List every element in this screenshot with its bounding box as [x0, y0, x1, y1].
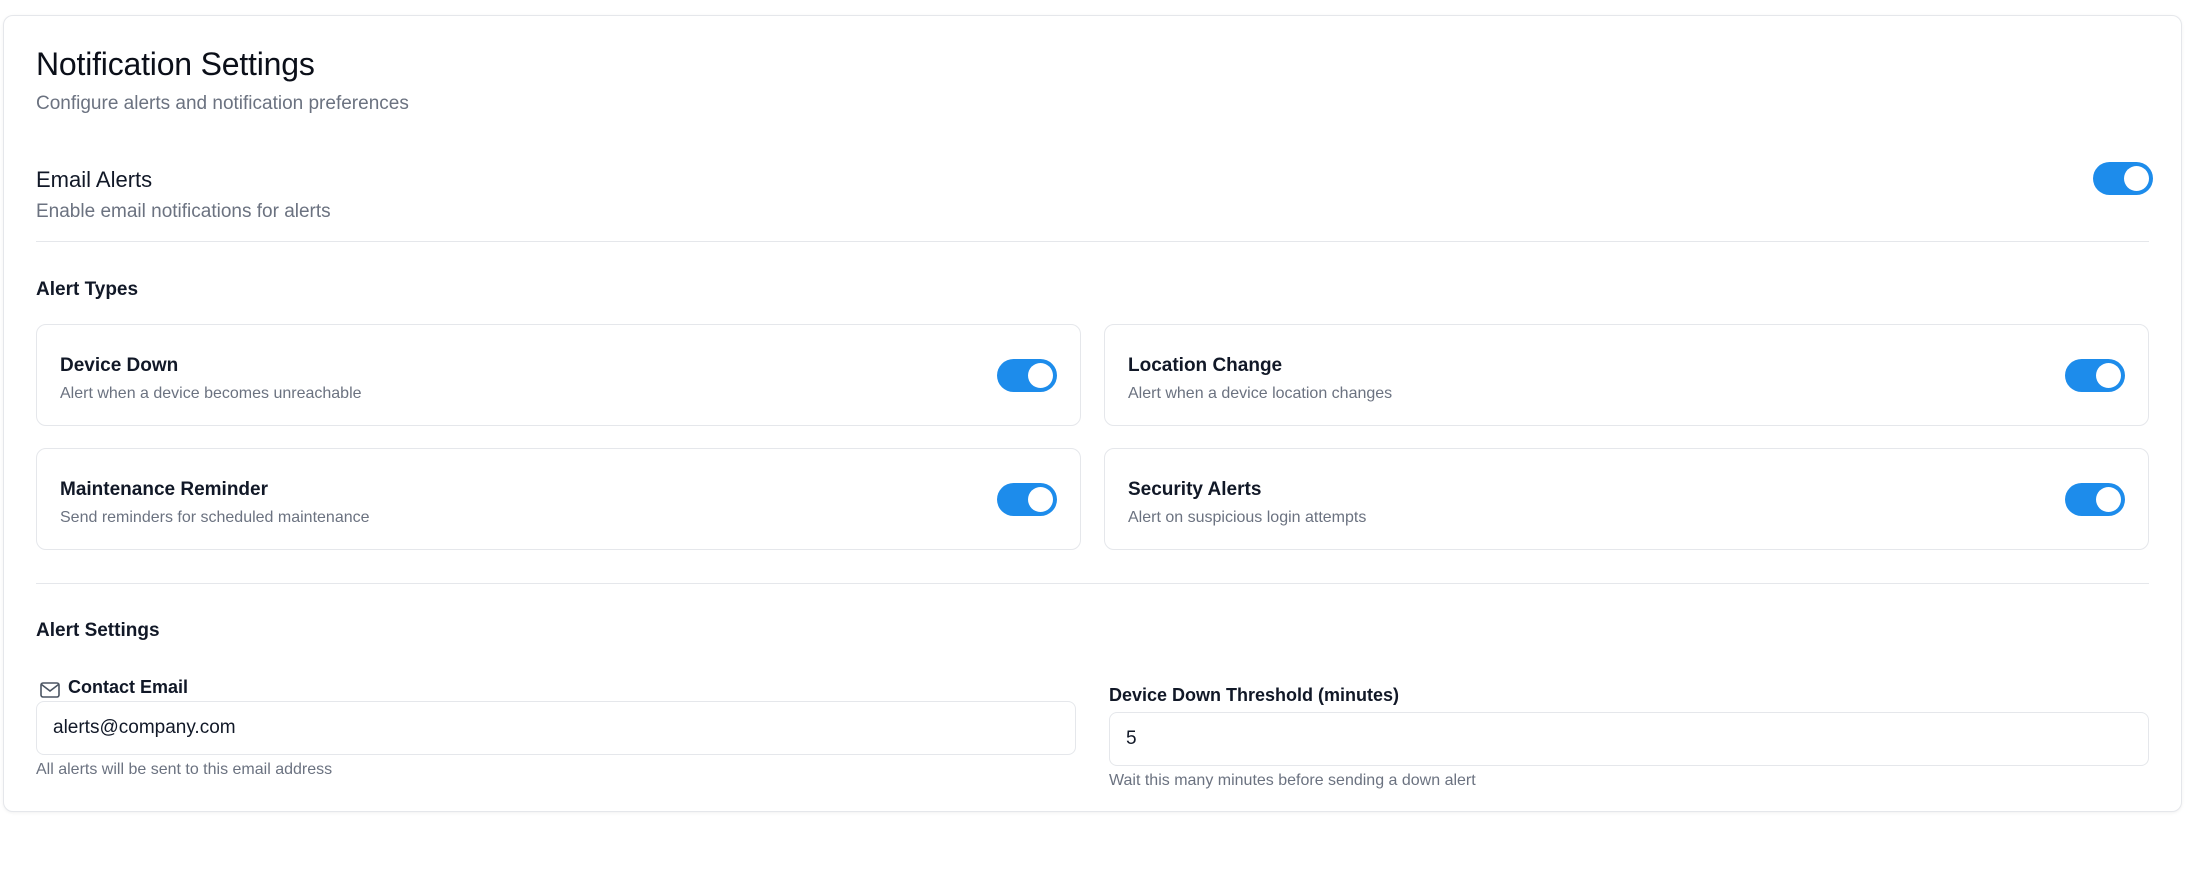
alert-type-title: Security Alerts	[1128, 479, 1262, 500]
location-change-toggle[interactable]	[2065, 359, 2125, 392]
toggle-knob	[2096, 363, 2121, 388]
threshold-label: Device Down Threshold (minutes)	[1109, 685, 1400, 705]
alert-type-title: Location Change	[1128, 355, 1283, 376]
notification-settings-card: Notification Settings Configure alerts a…	[3, 15, 2182, 812]
contact-email-label: Contact Email	[68, 677, 189, 697]
alert-type-title: Maintenance Reminder	[60, 479, 268, 500]
toggle-knob	[1028, 487, 1053, 512]
mail-icon	[40, 682, 60, 698]
contact-email-helper: All alerts will be sent to this email ad…	[36, 761, 333, 778]
email-alerts-title: Email Alerts	[36, 167, 153, 192]
divider	[36, 241, 2149, 242]
alert-type-description: Alert when a device becomes unreachable	[60, 385, 362, 402]
alert-type-title: Device Down	[60, 355, 179, 376]
maintenance-reminder-toggle[interactable]	[997, 483, 1057, 516]
divider	[36, 583, 2149, 584]
toggle-knob	[2124, 166, 2149, 191]
toggle-knob	[1028, 363, 1053, 388]
threshold-helper: Wait this many minutes before sending a …	[1109, 772, 1476, 789]
toggle-knob	[2096, 487, 2121, 512]
threshold-input[interactable]	[1109, 712, 2149, 766]
email-alerts-toggle[interactable]	[2093, 162, 2153, 195]
alert-type-maintenance-reminder: Maintenance Reminder Send reminders for …	[36, 448, 1081, 550]
alert-type-location-change: Location Change Alert when a device loca…	[1104, 324, 2149, 426]
page-subtitle: Configure alerts and notification prefer…	[36, 93, 409, 114]
page-title: Notification Settings	[36, 46, 315, 82]
email-alerts-description: Enable email notifications for alerts	[36, 201, 331, 222]
alert-type-description: Alert on suspicious login attempts	[1128, 509, 1367, 526]
alert-type-device-down: Device Down Alert when a device becomes …	[36, 324, 1081, 426]
security-alerts-toggle[interactable]	[2065, 483, 2125, 516]
alert-settings-heading: Alert Settings	[36, 620, 160, 641]
alert-type-description: Alert when a device location changes	[1128, 385, 1393, 402]
alert-type-description: Send reminders for scheduled maintenance	[60, 509, 370, 526]
device-down-toggle[interactable]	[997, 359, 1057, 392]
contact-email-input[interactable]	[36, 701, 1076, 755]
alert-types-heading: Alert Types	[36, 279, 139, 300]
alert-type-security-alerts: Security Alerts Alert on suspicious logi…	[1104, 448, 2149, 550]
